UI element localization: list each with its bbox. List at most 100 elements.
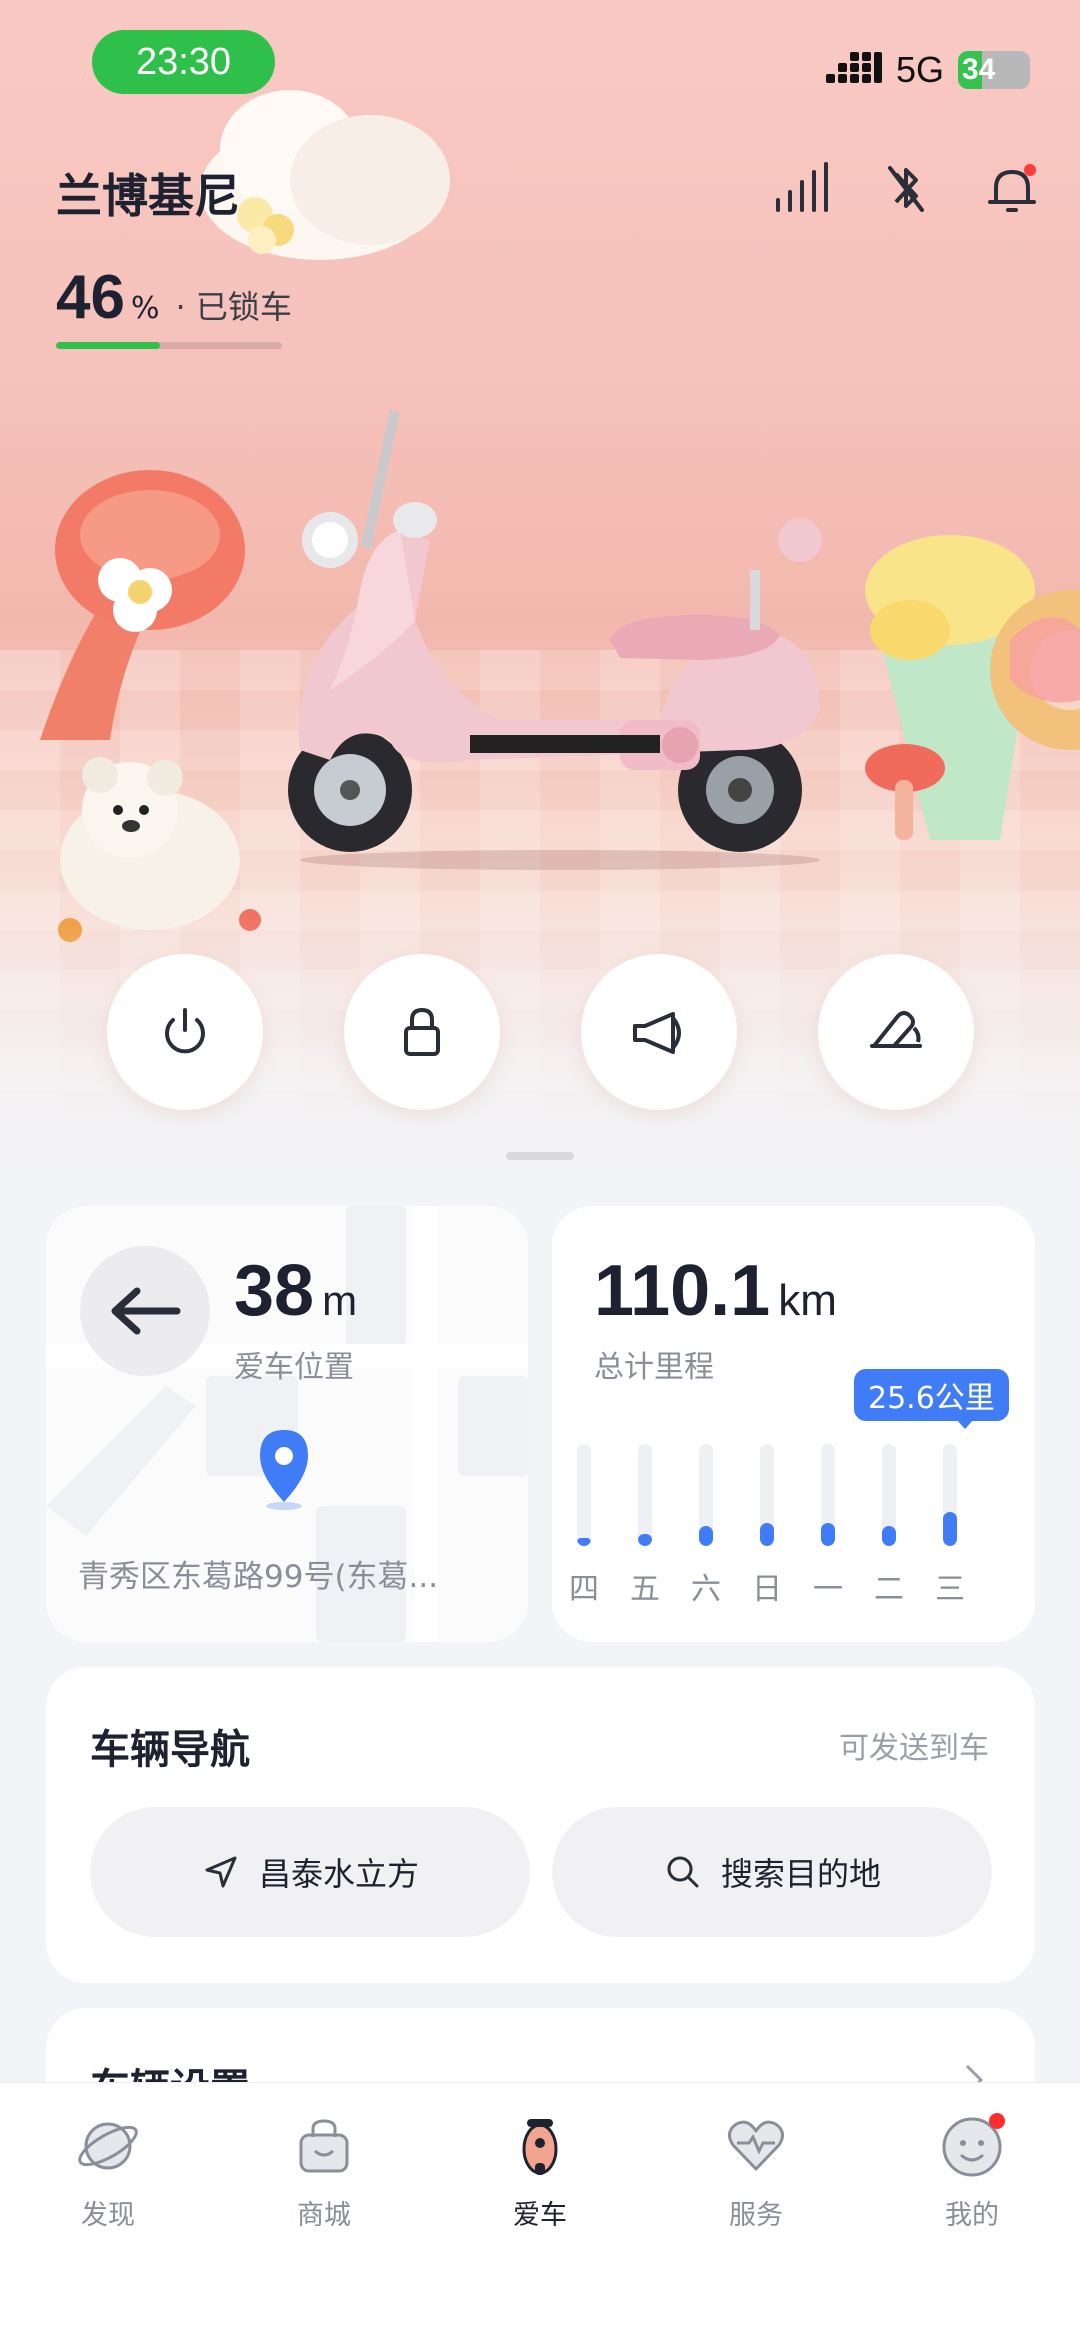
- battery-indicator: 34: [958, 51, 1030, 89]
- bar-day-label: 六: [691, 1572, 721, 1607]
- smiley-face-icon: [939, 2113, 1005, 2179]
- vehicle-navigation-card: 车辆导航 可发送到车 昌泰水立方 搜索目的地: [46, 1667, 1035, 1983]
- daily-bar-6[interactable]: 三: [920, 1444, 980, 1608]
- horn-button[interactable]: [581, 954, 737, 1110]
- vehicle-address: 青秀区东葛路99号(东葛...: [78, 1559, 439, 1595]
- search-label: 搜索目的地: [720, 1855, 881, 1893]
- bar-track: [821, 1444, 835, 1546]
- tab-label: 服务: [729, 2200, 783, 2231]
- tab-my-vehicle[interactable]: 爱车: [470, 2113, 610, 2232]
- bar-day-label: 一: [813, 1572, 843, 1607]
- header-icons: [772, 160, 1040, 216]
- tab-label: 发现: [81, 2200, 135, 2231]
- navigation-hint: 可发送到车: [839, 1731, 989, 1766]
- bar-fill: [760, 1522, 774, 1546]
- mileage-label: 总计里程: [594, 1350, 714, 1385]
- status-time: 23:30: [92, 30, 275, 94]
- arrow-left-icon: [111, 1287, 181, 1335]
- tooltip-arrow: [956, 1419, 974, 1429]
- mileage-value: 110.1: [594, 1251, 771, 1331]
- vehicle-name[interactable]: 兰博基尼: [56, 160, 240, 226]
- tab-discover[interactable]: 发现: [38, 2113, 178, 2232]
- bluetooth-off-icon[interactable]: [878, 160, 934, 216]
- navigation-arrow-icon: [205, 1856, 237, 1888]
- vehicle-location-card[interactable]: 38 m 爱车位置 青秀区东葛路99号(东葛...: [46, 1206, 528, 1642]
- bar-fill: [882, 1525, 896, 1546]
- seat-icon: [870, 1011, 922, 1048]
- distance: 38 m: [234, 1250, 357, 1332]
- daily-bar-3[interactable]: 日: [737, 1444, 797, 1608]
- hero-section: 23:30 5G 34 兰博基尼 46 % · 已锁车: [0, 0, 1080, 1200]
- lock-button[interactable]: [344, 954, 500, 1110]
- bar-day-label: 日: [752, 1572, 782, 1607]
- daily-bar-4[interactable]: 一: [798, 1444, 858, 1608]
- power-icon: [165, 1008, 205, 1054]
- mileage-card[interactable]: 110.1 km 总计里程 25.6公里 四五六日一二三: [552, 1206, 1035, 1642]
- mileage-unit: km: [778, 1276, 837, 1325]
- notification-badge: [989, 2113, 1005, 2129]
- bar-track: [760, 1444, 774, 1546]
- destination-label: 昌泰水立方: [258, 1855, 419, 1893]
- location-label: 爱车位置: [234, 1350, 354, 1385]
- distance-value: 38: [234, 1251, 315, 1331]
- daily-bar-0[interactable]: 四: [554, 1444, 614, 1608]
- seat-button[interactable]: [818, 954, 974, 1110]
- mushroom-decoration: [40, 470, 245, 740]
- cellular-signal-icon: [825, 52, 882, 83]
- drag-handle[interactable]: [506, 1152, 574, 1160]
- lock-status: · 已锁车: [175, 288, 292, 326]
- lock-icon: [404, 1007, 440, 1056]
- bar-track: [577, 1444, 591, 1546]
- destination-button[interactable]: 昌泰水立方: [90, 1807, 530, 1937]
- scooter-image: [288, 410, 822, 870]
- battery-progress-fill: [56, 342, 160, 349]
- battery-percent-value: 46: [56, 263, 125, 332]
- bar-fill: [577, 1537, 591, 1546]
- tab-label: 商城: [297, 2200, 351, 2231]
- navigate-back-button[interactable]: [80, 1246, 210, 1376]
- bar-track: [882, 1444, 896, 1546]
- bar-day-label: 五: [630, 1572, 660, 1607]
- bar-track: [699, 1444, 713, 1546]
- search-destination-button[interactable]: 搜索目的地: [552, 1807, 992, 1937]
- tab-label: 爱车: [513, 2200, 567, 2231]
- tab-label: 我的: [945, 2200, 999, 2231]
- battery-level-text: 34: [962, 53, 996, 86]
- bar-track: [943, 1444, 957, 1546]
- bottom-tab-bar: 发现 商城 爱车 服务 我的: [0, 2082, 1080, 2337]
- bar-day-label: 三: [935, 1572, 965, 1607]
- scooter-icon: [522, 2119, 558, 2175]
- heart-icon: [728, 2120, 784, 2171]
- battery-percent-unit: %: [130, 291, 160, 326]
- navigation-title: 车辆导航: [90, 1727, 250, 1773]
- network-type: 5G: [895, 49, 944, 90]
- tab-store[interactable]: 商城: [254, 2113, 394, 2232]
- bar-fill: [699, 1525, 713, 1546]
- tab-service[interactable]: 服务: [686, 2113, 826, 2232]
- horn-icon: [633, 1012, 681, 1054]
- bar-fill: [638, 1533, 652, 1546]
- battery-percentage: 46 % · 已锁车: [56, 262, 292, 333]
- daily-bar-2[interactable]: 六: [676, 1444, 736, 1608]
- bar-day-label: 四: [569, 1572, 599, 1607]
- tab-me[interactable]: 我的: [902, 2113, 1042, 2232]
- daily-bar-1[interactable]: 五: [615, 1444, 675, 1608]
- status-indicators: 5G 34: [825, 48, 1030, 92]
- bar-fill: [943, 1512, 957, 1546]
- bar-track: [638, 1444, 652, 1546]
- bell-icon[interactable]: [984, 160, 1040, 216]
- location-pin-icon: [260, 1430, 308, 1510]
- bar-day-label: 二: [874, 1572, 904, 1607]
- small-mushroom-decoration: [865, 744, 945, 840]
- battery-progress-bar: [56, 342, 282, 349]
- total-mileage: 110.1 km: [594, 1250, 837, 1332]
- daily-bar-5[interactable]: 二: [859, 1444, 919, 1608]
- search-icon: [667, 1856, 699, 1888]
- mileage-tooltip: 25.6公里: [854, 1369, 1009, 1421]
- bar-fill: [821, 1522, 835, 1546]
- signal-strength-icon[interactable]: [772, 160, 828, 216]
- notification-badge: [1024, 164, 1036, 176]
- power-button[interactable]: [107, 954, 263, 1110]
- shopping-bag-icon: [299, 2119, 349, 2173]
- planet-icon: [78, 2122, 138, 2170]
